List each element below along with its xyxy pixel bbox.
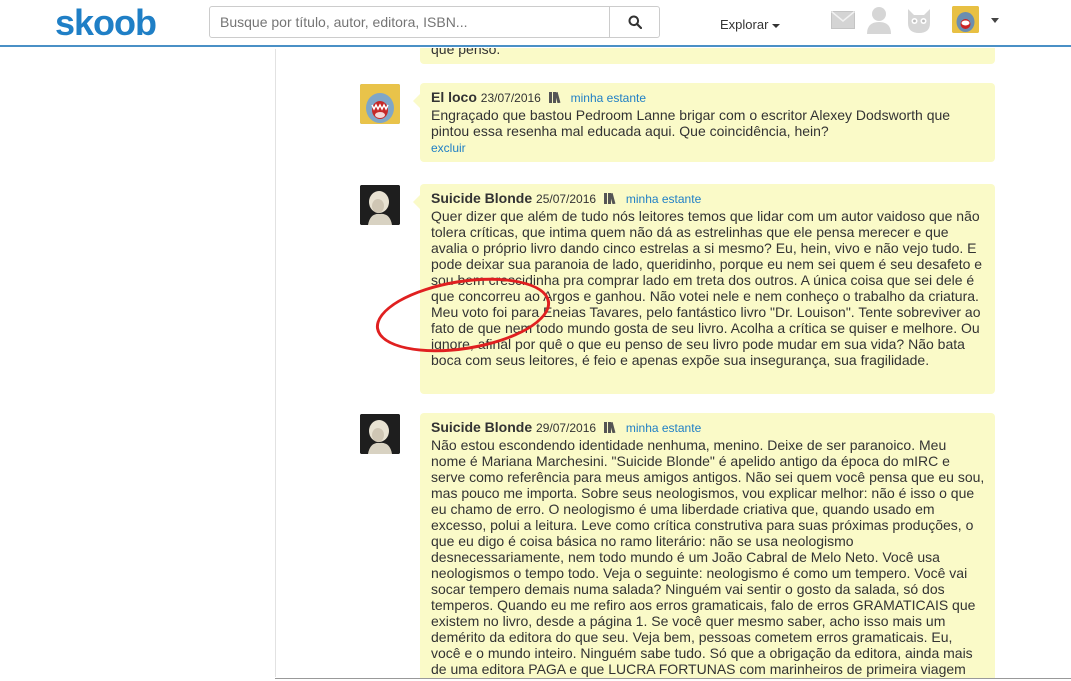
comment-author[interactable]: Suicide Blonde [431, 419, 532, 435]
explore-label: Explorar [720, 17, 769, 32]
comment-text: Engraçado que bastou Pedroom Lanne briga… [431, 107, 951, 139]
comment-date: 25/07/2016 [536, 192, 597, 206]
commenter-avatar[interactable] [360, 185, 400, 225]
commenter-avatar[interactable] [360, 414, 400, 454]
column-divider [275, 49, 276, 677]
comment-bubble: Suicide Blonde 25/07/2016 minha estante … [413, 184, 995, 394]
shelf-link[interactable]: minha estante [626, 421, 701, 435]
skoob-logo[interactable]: skoob [55, 2, 157, 44]
cat-icon[interactable] [905, 7, 933, 34]
user-icon[interactable] [866, 6, 892, 34]
comment-author[interactable]: Suicide Blonde [431, 190, 532, 206]
top-navbar: skoob Explorar [0, 0, 1071, 47]
comment-date: 29/07/2016 [536, 421, 597, 435]
bookshelf-icon [603, 422, 616, 433]
search-box [209, 6, 660, 38]
commenter-avatar[interactable] [360, 84, 400, 124]
comment-bubble: Suicide Blonde 29/07/2016 minha estante … [420, 413, 995, 678]
shelf-link[interactable]: minha estante [571, 91, 646, 105]
divider [275, 678, 1071, 679]
shelf-link[interactable]: minha estante [626, 192, 701, 206]
comment-text: Não estou escondendo identidade nenhuma,… [431, 437, 985, 677]
bookshelf-icon [548, 92, 561, 103]
explore-menu[interactable]: Explorar [720, 17, 781, 32]
chevron-down-icon [772, 23, 781, 28]
comment-date: 23/07/2016 [480, 91, 541, 105]
delete-link[interactable]: excluir [431, 140, 985, 156]
comment-text: Quer dizer que além de tudo nós leitores… [431, 208, 983, 368]
comment-fragment-text: que penso. [431, 48, 501, 57]
chevron-down-icon[interactable] [991, 18, 999, 23]
comment-author[interactable]: El loco [431, 89, 477, 105]
search-button[interactable] [609, 7, 659, 37]
search-icon [628, 15, 642, 29]
comment-header: El loco 23/07/2016 minha estante [431, 89, 985, 107]
comment-header: Suicide Blonde 25/07/2016 minha estante [431, 190, 985, 208]
comment-header: Suicide Blonde 29/07/2016 minha estante [431, 419, 985, 437]
comment-bubble: El loco 23/07/2016 minha estante Engraça… [413, 83, 995, 162]
user-avatar[interactable] [952, 6, 979, 33]
bookshelf-icon [603, 193, 616, 204]
envelope-icon[interactable] [831, 11, 855, 29]
search-input[interactable] [210, 7, 609, 37]
comment-fragment: que penso. [420, 48, 995, 64]
